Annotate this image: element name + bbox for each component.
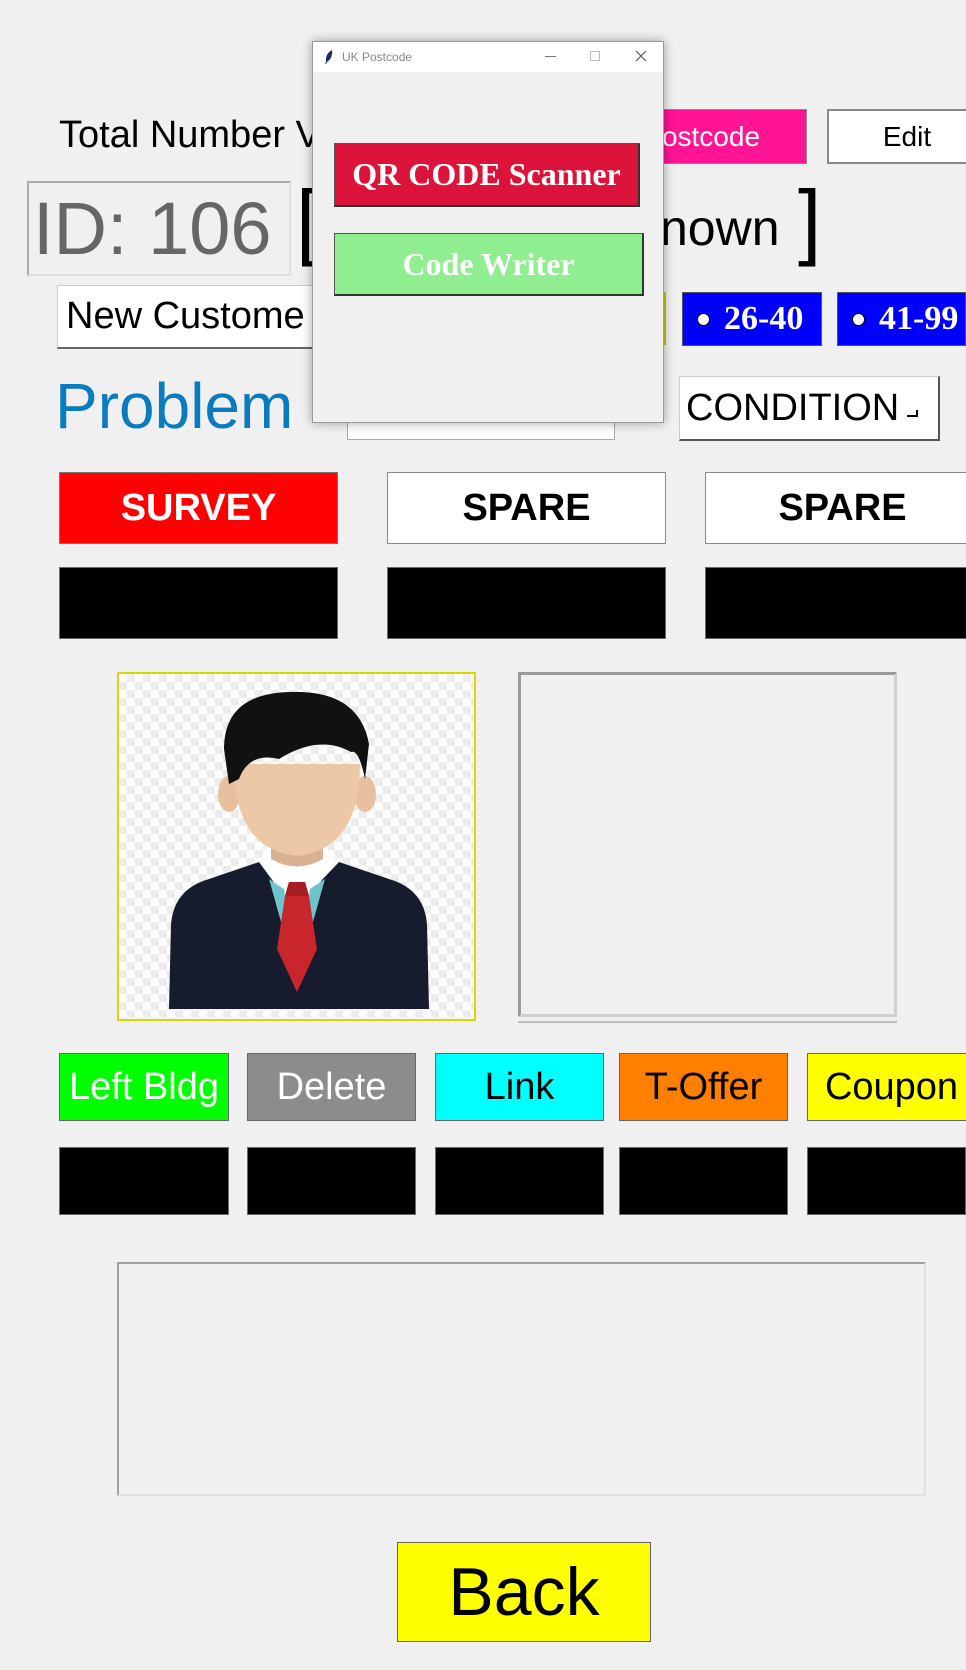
survey-button[interactable]: SURVEY	[59, 472, 338, 544]
dropdown-indicator-icon	[907, 409, 919, 417]
black-block	[619, 1147, 788, 1215]
radio-dot-icon	[852, 312, 865, 326]
black-block	[387, 567, 666, 639]
window-title: UK Postcode	[342, 50, 413, 64]
spare-button-label: SPARE	[778, 486, 907, 529]
edit-button-label: Edit	[882, 120, 932, 152]
link-label: Link	[484, 1065, 555, 1108]
black-block	[807, 1147, 966, 1215]
delete-button[interactable]: Delete	[247, 1053, 416, 1121]
back-button-label: Back	[448, 1554, 600, 1630]
maximize-icon[interactable]	[590, 51, 600, 61]
id-text: ID: 106	[33, 187, 272, 270]
black-block	[247, 1147, 416, 1215]
age-radio-41-99[interactable]: 41-99	[837, 292, 966, 346]
condition-dropdown[interactable]: CONDITION	[679, 376, 940, 441]
total-number-label: Total Number V	[59, 114, 321, 156]
minimize-icon[interactable]	[545, 56, 556, 57]
condition-label: CONDITION	[686, 386, 900, 429]
link-button[interactable]: Link	[435, 1053, 604, 1121]
notes-text-area[interactable]	[117, 1262, 926, 1496]
left-bldg-label: Left Bldg	[69, 1065, 219, 1108]
edit-button[interactable]: Edit	[827, 109, 966, 164]
age-radio-label: 41-99	[879, 300, 959, 337]
black-block	[435, 1147, 604, 1215]
close-icon[interactable]	[635, 50, 647, 62]
left-bldg-button[interactable]: Left Bldg	[59, 1053, 229, 1121]
uk-postcode-window: UK Postcode QR CODE Scanner Code Writer	[312, 41, 664, 423]
divider	[518, 1021, 897, 1023]
coupon-label: Coupon	[824, 1065, 959, 1108]
t-offer-button[interactable]: T-Offer	[619, 1053, 788, 1121]
feather-icon	[325, 50, 333, 64]
back-button[interactable]: Back	[397, 1542, 651, 1642]
window-titlebar[interactable]: UK Postcode	[313, 42, 663, 72]
qr-button-label: QR CODE Scanner	[352, 156, 621, 192]
avatar-image	[117, 672, 476, 1021]
black-block	[705, 567, 966, 639]
customer-type-value: New Custome	[66, 295, 305, 337]
image-frame	[518, 672, 897, 1017]
black-block	[59, 567, 338, 639]
person-avatar-icon	[169, 691, 429, 1009]
black-block	[59, 1147, 229, 1215]
age-radio-26-40[interactable]: 26-40	[682, 292, 822, 346]
delete-label: Delete	[276, 1065, 387, 1108]
code-writer-button[interactable]: Code Writer	[334, 233, 644, 296]
age-radio-label: 26-40	[724, 300, 804, 337]
qr-code-scanner-button[interactable]: QR CODE Scanner	[334, 143, 640, 207]
bracket-close: ]	[798, 173, 822, 267]
id-display: ID: 106	[27, 181, 291, 276]
t-offer-label: T-Offer	[644, 1065, 763, 1108]
survey-button-label: SURVEY	[120, 486, 277, 529]
spare-button-label: SPARE	[462, 486, 591, 529]
radio-dot-icon	[697, 312, 710, 326]
status-text: nown	[660, 200, 780, 256]
spare-button-2[interactable]: SPARE	[705, 472, 966, 544]
spare-button-1[interactable]: SPARE	[387, 472, 666, 544]
postcode-button-label: ostcode	[661, 120, 761, 152]
coupon-button[interactable]: Coupon	[807, 1053, 966, 1121]
problem-label: Problem	[55, 370, 294, 442]
writer-button-label: Code Writer	[402, 245, 575, 282]
